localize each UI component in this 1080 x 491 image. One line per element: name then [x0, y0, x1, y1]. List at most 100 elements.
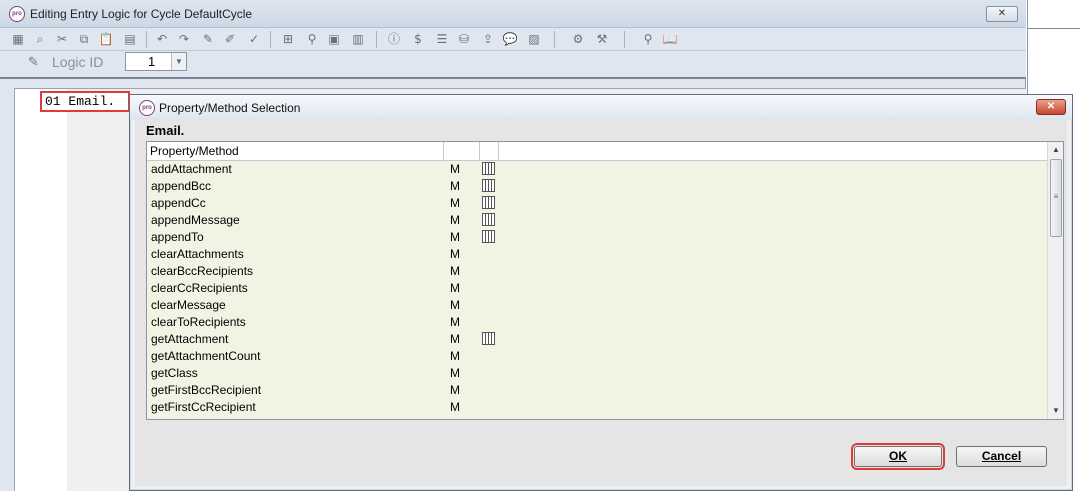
- method-name: appendCc: [151, 196, 206, 210]
- list-header: Property/Method: [147, 142, 1047, 161]
- toolbar-separator: [624, 31, 625, 48]
- method-type: M: [450, 315, 460, 329]
- copy-icon[interactable]: ⧉: [76, 31, 92, 47]
- info-icon[interactable]: ⓘ: [386, 31, 402, 47]
- column-header-params[interactable]: [480, 142, 499, 160]
- logic-id-select[interactable]: 1 ▼: [125, 52, 187, 71]
- database-icon[interactable]: ⛁: [456, 31, 472, 47]
- method-type: M: [450, 196, 460, 210]
- divider: [1028, 28, 1080, 29]
- list-item[interactable]: getClass M: [147, 365, 1047, 382]
- list-item[interactable]: appendTo M: [147, 229, 1047, 246]
- method-type: M: [450, 213, 460, 227]
- method-type: M: [450, 298, 460, 312]
- dollar-icon[interactable]: $: [410, 31, 426, 47]
- list-item[interactable]: appendCc M: [147, 195, 1047, 212]
- cancel-button[interactable]: Cancel: [956, 446, 1047, 467]
- find-icon[interactable]: ⌕: [32, 31, 48, 47]
- scroll-thumb[interactable]: ≡: [1050, 159, 1062, 237]
- method-name: getFirstCcRecipient: [151, 400, 256, 414]
- method-name: appendMessage: [151, 213, 240, 227]
- edit-icon[interactable]: ✎: [200, 31, 216, 47]
- parameters-icon: [482, 213, 495, 226]
- list-item[interactable]: getAttachmentCount M: [147, 348, 1047, 365]
- dialog-close-button[interactable]: ✕: [1036, 99, 1066, 115]
- dialog-title: Property/Method Selection: [159, 101, 301, 115]
- grid-icon[interactable]: ▦: [10, 31, 26, 47]
- method-name: getAttachmentCount: [151, 349, 261, 363]
- parameters-icon: [482, 230, 495, 243]
- clear-edit-icon[interactable]: ✐: [222, 31, 238, 47]
- link-icon[interactable]: ⚲: [304, 31, 320, 47]
- property-method-dialog: pro Property/Method Selection ✕ Email. P…: [129, 94, 1073, 491]
- list-item[interactable]: getAttachment M: [147, 331, 1047, 348]
- method-name: clearCcRecipients: [151, 281, 248, 295]
- parameters-icon: [482, 179, 495, 192]
- method-type: M: [450, 179, 460, 193]
- parameters-icon: [482, 162, 495, 175]
- list-item[interactable]: clearCcRecipients M: [147, 280, 1047, 297]
- property-method-list[interactable]: Property/Method addAttachment MappendBcc M…: [146, 141, 1064, 420]
- parameters-icon: [482, 332, 495, 345]
- method-name: appendBcc: [151, 179, 212, 193]
- app-logo-icon: pro: [139, 100, 155, 116]
- toolbar-separator: [376, 31, 377, 48]
- list-item[interactable]: clearBccRecipients M: [147, 263, 1047, 280]
- list-item[interactable]: addAttachment M: [147, 161, 1047, 178]
- method-type: M: [450, 264, 460, 278]
- dialog-body: Email. Property/Method addAttachment Mapp…: [135, 120, 1067, 486]
- document-icon[interactable]: ▣: [326, 31, 342, 47]
- cut-icon[interactable]: ✂: [54, 31, 70, 47]
- column-header-property-method[interactable]: Property/Method: [147, 142, 444, 160]
- code-line-highlighted[interactable]: 01 Email.: [40, 91, 130, 112]
- table-icon[interactable]: ▥: [350, 31, 366, 47]
- method-name: getAttachment: [151, 332, 229, 346]
- list-item[interactable]: clearMessage M: [147, 297, 1047, 314]
- toolbar-separator: [146, 31, 147, 48]
- hierarchy-icon[interactable]: ⊞: [280, 31, 296, 47]
- toolbar-separator: [554, 31, 555, 48]
- method-name: clearBccRecipients: [151, 264, 254, 278]
- undo-icon[interactable]: ↶: [154, 31, 170, 47]
- method-name: appendTo: [151, 230, 204, 244]
- line-margin: [15, 89, 67, 491]
- settings-icon[interactable]: ⚒: [594, 31, 610, 47]
- scroll-up-icon[interactable]: ▲: [1048, 142, 1064, 158]
- logic-id-label: Logic ID: [52, 54, 104, 70]
- method-type: M: [450, 230, 460, 244]
- list-item[interactable]: getFirstBccRecipient M: [147, 382, 1047, 399]
- redo-icon[interactable]: ↷: [176, 31, 192, 47]
- app-logo-icon: pro: [9, 6, 25, 22]
- chevron-down-icon[interactable]: ▼: [171, 53, 186, 70]
- logic-id-bar: ✎ Logic ID 1 ▼: [0, 51, 1026, 79]
- logic-id-value: 1: [148, 54, 156, 69]
- method-name: clearAttachments: [151, 247, 244, 261]
- editor-window-title: Editing Entry Logic for Cycle DefaultCyc…: [30, 7, 253, 21]
- list-item[interactable]: appendMessage M: [147, 212, 1047, 229]
- logic-edit-icon: ✎: [28, 55, 39, 70]
- paste-icon[interactable]: 📋: [98, 31, 114, 47]
- ok-button[interactable]: OK: [851, 443, 945, 470]
- editor-close-button[interactable]: ✕: [986, 6, 1018, 22]
- list-icon[interactable]: ☰: [434, 31, 450, 47]
- list-item[interactable]: clearAttachments M: [147, 246, 1047, 263]
- clipboard-icon[interactable]: ▤: [122, 31, 138, 47]
- list-item[interactable]: getFirstCcRecipient M: [147, 399, 1047, 416]
- list-item[interactable]: clearToRecipients M: [147, 314, 1047, 331]
- book-icon[interactable]: 📖: [662, 31, 678, 47]
- scroll-down-icon[interactable]: ▼: [1048, 403, 1064, 419]
- list-rows: addAttachment MappendBcc MappendCc MappendM…: [147, 161, 1047, 419]
- image-icon[interactable]: ▨: [526, 31, 542, 47]
- list-item[interactable]: appendBcc M: [147, 178, 1047, 195]
- vertical-scrollbar[interactable]: ▲ ≡ ▼: [1047, 142, 1063, 419]
- comment-icon[interactable]: 💬: [502, 31, 518, 47]
- export-icon[interactable]: ⇪: [480, 31, 496, 47]
- gear-icon[interactable]: ⚙: [570, 31, 586, 47]
- method-name: getClass: [151, 366, 198, 380]
- column-header-type[interactable]: [444, 142, 480, 160]
- check-icon[interactable]: ✓: [246, 31, 262, 47]
- dialog-title-bar: pro Property/Method Selection ✕: [130, 95, 1072, 120]
- parameters-icon: [482, 196, 495, 209]
- method-type: M: [450, 349, 460, 363]
- zoom-icon[interactable]: ⚲: [640, 31, 656, 47]
